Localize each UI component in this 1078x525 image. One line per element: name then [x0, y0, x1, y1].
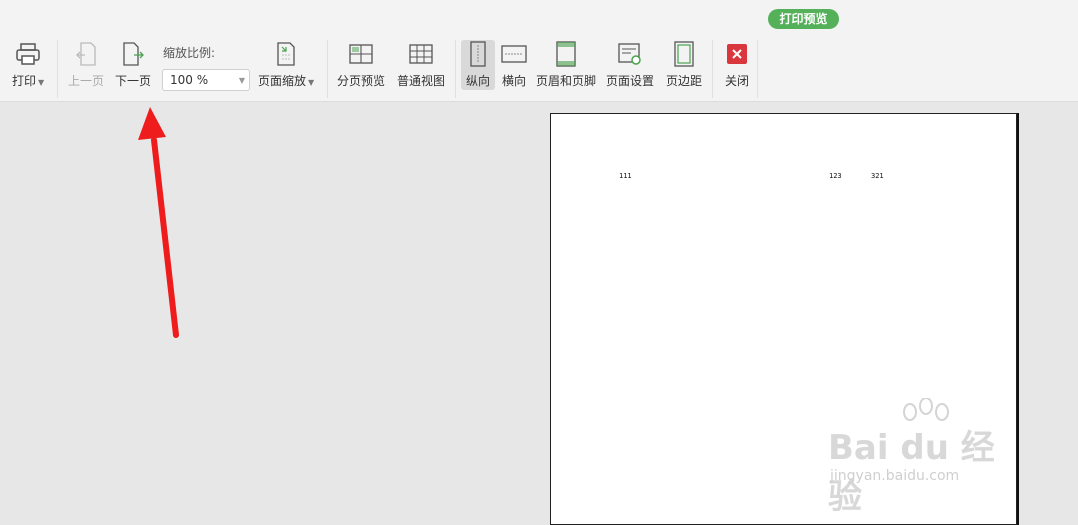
baidu-watermark: Bai du 经验 jingyan.baidu.com [828, 398, 1028, 517]
watermark-url: jingyan.baidu.com [830, 468, 960, 484]
